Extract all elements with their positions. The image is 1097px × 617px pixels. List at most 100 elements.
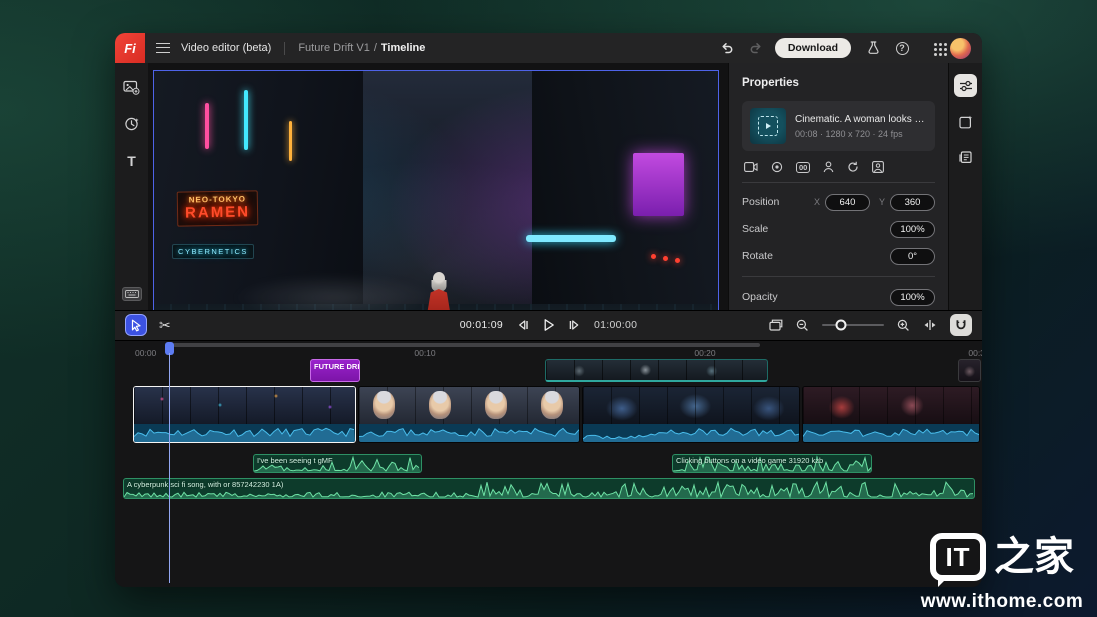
position-x-input[interactable]: 640: [825, 194, 870, 211]
speech-clip-1[interactable]: I've been seeing t gMF: [253, 454, 422, 473]
transport-controls: 00:01:09 01:00:00: [460, 318, 638, 332]
neon-sign-purple: [633, 153, 684, 216]
clip-meta: 00:08 · 1280 x 720 · 24 fps: [795, 129, 927, 139]
scale-row: Scale 100%: [742, 221, 935, 237]
playhead[interactable]: [164, 341, 175, 584]
undo-button[interactable]: [717, 38, 737, 58]
keyboard-shortcuts-button[interactable]: [122, 287, 142, 301]
clip-card[interactable]: Cinematic. A woman looks a... v.ffgenvid…: [742, 101, 935, 151]
neon-strip: [289, 121, 292, 161]
screenshot-stage: Fi Video editor (beta) Future Drift V1/T…: [0, 0, 1097, 617]
opacity-label: Opacity: [742, 291, 890, 303]
firefly-logo[interactable]: Fi: [115, 33, 145, 63]
neon-sign-ramen: NEO-TOKYO RAMEN: [176, 190, 258, 226]
zoom-out-button[interactable]: [796, 319, 809, 332]
camera-button[interactable]: [744, 162, 758, 172]
video-clip-3[interactable]: [582, 386, 800, 443]
redo-button[interactable]: [746, 38, 766, 58]
text-tool-button[interactable]: T: [122, 151, 142, 171]
zoom-in-button[interactable]: [897, 319, 910, 332]
zoom-slider-thumb[interactable]: [835, 320, 846, 331]
timeline-tracks[interactable]: 00:00 00:10 00:20 00:30 FUTURE DRI: [115, 340, 982, 588]
generated-video-icon: [758, 116, 778, 136]
current-timecode: 00:01:09: [460, 319, 503, 331]
zoom-slider[interactable]: [822, 324, 884, 326]
properties-tab-button[interactable]: [954, 74, 977, 97]
media-icon: [123, 80, 140, 95]
cut-tool-button[interactable]: ✂: [159, 318, 171, 332]
redo-icon: [749, 42, 763, 55]
clip-name: Cinematic. A woman looks a... v.ffgenvid: [795, 114, 927, 125]
select-tool-button[interactable]: [125, 314, 147, 336]
next-frame-button[interactable]: [568, 319, 581, 331]
previous-frame-button[interactable]: [516, 319, 529, 331]
speech-clip-1-label: I've been seeing t gMF: [257, 456, 333, 465]
hamburger-menu-icon[interactable]: [156, 43, 170, 53]
portrait-button[interactable]: [872, 161, 884, 173]
captions-icon: [959, 151, 972, 164]
history-button[interactable]: [122, 114, 142, 134]
music-clip[interactable]: A cyberpunk sci fi song, with or 8572422…: [123, 478, 975, 499]
help-button[interactable]: ?: [892, 38, 912, 58]
loop-button[interactable]: [771, 161, 783, 173]
track-layout-button[interactable]: [769, 319, 783, 331]
fit-timeline-button[interactable]: [923, 319, 937, 331]
music-clip-label: A cyberpunk sci fi song, with or 8572422…: [127, 480, 283, 489]
speech-clip-2[interactable]: Clicking buttons on a video game 31920 k…: [672, 454, 872, 473]
video-clip-4-thumbnails: [803, 387, 979, 424]
scene-buildings-right: [532, 71, 718, 336]
play-icon: [542, 318, 555, 332]
play-button[interactable]: [542, 318, 555, 332]
video-clip-2[interactable]: [358, 386, 580, 443]
video-clip-4-waveform: [803, 424, 979, 442]
next-frame-icon: [568, 319, 581, 331]
clip-thumbnail: [750, 108, 786, 144]
snap-toggle-button[interactable]: [950, 314, 972, 336]
ithome-url: www.ithome.com: [913, 591, 1091, 613]
overlay-video-clip-fragment[interactable]: [958, 359, 981, 382]
text-clip-future-drift[interactable]: FUTURE DRI: [310, 359, 360, 382]
clock-icon: [124, 116, 140, 132]
captions-tab-button[interactable]: [954, 146, 977, 169]
properties-title: Properties: [742, 77, 935, 89]
neon-sign-cyan: [526, 235, 616, 242]
overlay-video-clip[interactable]: [545, 359, 768, 382]
rotate-row: Rotate 0°: [742, 248, 935, 264]
timeline-scrollbar[interactable]: [173, 343, 760, 347]
video-clip-3-thumbnails: [583, 387, 799, 424]
sliders-icon: [959, 80, 973, 92]
position-row: Position X 640 Y 360: [742, 194, 935, 210]
apps-grid-button[interactable]: [921, 38, 941, 58]
video-clip-2-thumbnails: [359, 387, 579, 424]
scissors-icon: ✂: [159, 317, 171, 333]
breadcrumb-separator: /: [374, 42, 377, 54]
beta-flask-button[interactable]: [863, 38, 883, 58]
download-button[interactable]: Download: [775, 38, 851, 58]
breadcrumb-current-view: Timeline: [381, 42, 425, 54]
properties-panel: Properties Cinematic. A woman looks a...…: [728, 63, 948, 310]
opacity-input[interactable]: 100%: [890, 289, 935, 306]
ruler-tick: 00:30: [968, 348, 982, 358]
neon-sign-cybernetics: CYBERNETICS: [172, 244, 254, 259]
frame-counter-button[interactable]: 00: [796, 162, 810, 173]
position-y-input[interactable]: 360: [890, 194, 935, 211]
breadcrumb-project-name[interactable]: Future Drift V1: [298, 42, 370, 54]
edit-image-tab-button[interactable]: [954, 110, 977, 133]
undo-icon: [720, 42, 734, 55]
total-timecode: 01:00:00: [594, 319, 637, 331]
breadcrumb: Future Drift V1 / Timeline: [298, 42, 425, 54]
preview-area: NEO-TOKYO RAMEN CYBERNETICS: [148, 63, 728, 310]
edit-image-icon: [959, 115, 973, 129]
sign-text-ramen: RAMEN: [184, 203, 249, 221]
regenerate-button[interactable]: [847, 161, 859, 173]
user-avatar[interactable]: [950, 38, 971, 59]
media-library-button[interactable]: [122, 77, 142, 97]
rotate-input[interactable]: 0°: [890, 248, 935, 265]
x-axis-label: X: [814, 197, 820, 207]
ithome-logo: IT: [930, 533, 986, 581]
video-clip-4[interactable]: [802, 386, 980, 443]
character-button[interactable]: [823, 161, 834, 173]
top-bar: Fi Video editor (beta) Future Drift V1/T…: [115, 33, 982, 63]
video-clip-3-waveform: [583, 424, 799, 442]
scale-input[interactable]: 100%: [890, 221, 935, 238]
